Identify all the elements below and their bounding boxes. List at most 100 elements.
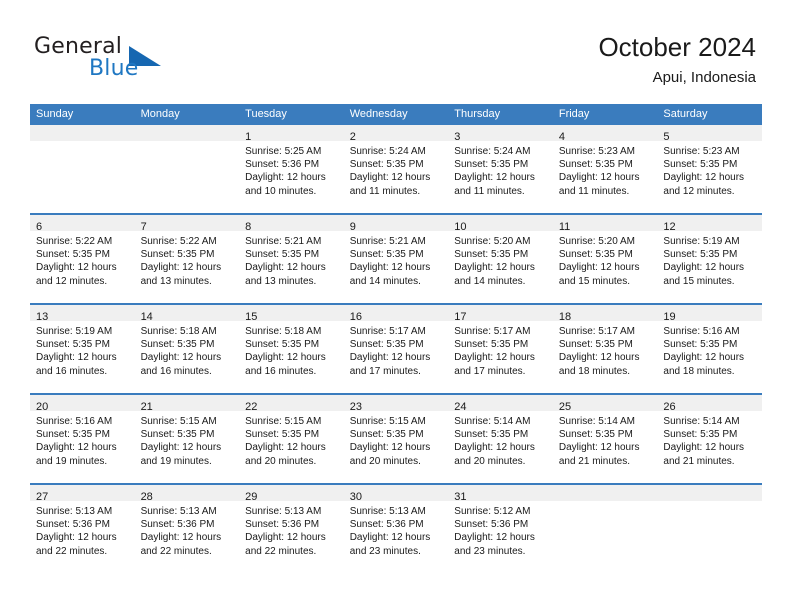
daylight-text-line2: and 21 minutes. <box>663 455 735 467</box>
day-cell[interactable]: 29 Sunrise: 5:13 AM Sunset: 5:36 PM Dayl… <box>239 485 344 573</box>
day-cell[interactable]: 25 Sunrise: 5:14 AM Sunset: 5:35 PM Dayl… <box>552 395 658 483</box>
day-cell[interactable]: 20 Sunrise: 5:16 AM Sunset: 5:35 PM Dayl… <box>30 395 135 483</box>
sunset-text: Sunset: 5:35 PM <box>663 429 738 441</box>
day-number-band: 4 <box>552 125 658 143</box>
sunset-text: Sunset: 5:35 PM <box>349 159 424 171</box>
day-cell[interactable]: 21 Sunrise: 5:15 AM Sunset: 5:35 PM Dayl… <box>134 395 240 483</box>
day-number: 19 <box>663 311 676 323</box>
weekday-header-saturday: Saturday <box>663 108 708 120</box>
sunrise-text: Sunrise: 5:13 AM <box>349 506 426 517</box>
day-cell[interactable]: 13 Sunrise: 5:19 AM Sunset: 5:35 PM Dayl… <box>30 305 135 393</box>
day-cell[interactable] <box>552 485 658 573</box>
week-row: 13 Sunrise: 5:19 AM Sunset: 5:35 PM Dayl… <box>30 303 762 393</box>
day-number: 8 <box>245 221 252 233</box>
day-details <box>657 501 762 505</box>
day-number-band <box>552 485 658 501</box>
day-cell[interactable] <box>30 125 135 213</box>
day-number-band: 10 <box>448 215 553 233</box>
weekday-header-thursday: Thursday <box>454 108 501 120</box>
day-cell[interactable]: 17 Sunrise: 5:17 AM Sunset: 5:35 PM Dayl… <box>448 305 553 393</box>
day-cell[interactable]: 24 Sunrise: 5:14 AM Sunset: 5:35 PM Dayl… <box>448 395 553 483</box>
sunset-text: Sunset: 5:35 PM <box>349 249 424 261</box>
sunset-text: Sunset: 5:35 PM <box>454 339 529 351</box>
day-cell[interactable]: 2 Sunrise: 5:24 AM Sunset: 5:35 PM Dayli… <box>343 125 449 213</box>
day-details: Sunrise: 5:25 AM Sunset: 5:36 PM Dayligh… <box>239 141 344 198</box>
day-number: 20 <box>36 401 49 413</box>
daylight-text-line1: Daylight: 12 hours <box>349 262 431 274</box>
sunset-text: Sunset: 5:35 PM <box>663 159 738 171</box>
day-details: Sunrise: 5:14 AM Sunset: 5:35 PM Dayligh… <box>553 411 658 468</box>
day-cell[interactable]: 6 Sunrise: 5:22 AM Sunset: 5:35 PM Dayli… <box>30 215 135 303</box>
day-details: Sunrise: 5:24 AM Sunset: 5:35 PM Dayligh… <box>448 141 553 198</box>
day-number: 18 <box>558 311 572 323</box>
day-cell[interactable]: 28 Sunrise: 5:13 AM Sunset: 5:36 PM Dayl… <box>134 485 240 573</box>
sunrise-text: Sunrise: 5:14 AM <box>454 416 531 427</box>
day-cell[interactable]: 16 Sunrise: 5:17 AM Sunset: 5:35 PM Dayl… <box>343 305 449 393</box>
day-cell[interactable]: 12 Sunrise: 5:19 AM Sunset: 5:35 PM Dayl… <box>657 215 762 303</box>
sunset-text: Sunset: 5:36 PM <box>454 519 529 531</box>
daylight-text-line1: Daylight: 12 hours <box>558 442 640 454</box>
sunrise-text: Sunrise: 5:25 AM <box>245 146 322 157</box>
day-cell[interactable]: 23 Sunrise: 5:15 AM Sunset: 5:35 PM Dayl… <box>343 395 449 483</box>
daylight-text-line1: Daylight: 12 hours <box>454 532 535 544</box>
day-number: 25 <box>558 401 572 413</box>
daylight-text-line1: Daylight: 12 hours <box>140 352 222 364</box>
day-cell[interactable]: 14 Sunrise: 5:18 AM Sunset: 5:35 PM Dayl… <box>134 305 240 393</box>
day-cell[interactable]: 9 Sunrise: 5:21 AM Sunset: 5:35 PM Dayli… <box>343 215 449 303</box>
day-number-band: 31 <box>448 485 553 503</box>
daylight-text-line2: and 16 minutes. <box>245 365 317 377</box>
daylight-text-line2: and 22 minutes. <box>140 545 212 557</box>
day-cell[interactable]: 15 Sunrise: 5:18 AM Sunset: 5:35 PM Dayl… <box>239 305 344 393</box>
sunrise-text: Sunrise: 5:20 AM <box>558 236 635 247</box>
day-number: 31 <box>454 491 467 503</box>
day-details: Sunrise: 5:17 AM Sunset: 5:35 PM Dayligh… <box>448 321 553 378</box>
day-details: Sunrise: 5:23 AM Sunset: 5:35 PM Dayligh… <box>553 141 658 198</box>
general-blue-logo[interactable]: General Blue <box>34 34 214 86</box>
sunset-text: Sunset: 5:35 PM <box>36 249 110 261</box>
day-cell[interactable]: 8 Sunrise: 5:21 AM Sunset: 5:35 PM Dayli… <box>239 215 344 303</box>
daylight-text-line1: Daylight: 12 hours <box>558 352 640 364</box>
sunset-text: Sunset: 5:35 PM <box>245 429 320 441</box>
day-cell[interactable]: 19 Sunrise: 5:16 AM Sunset: 5:35 PM Dayl… <box>657 305 762 393</box>
day-number: 24 <box>454 401 467 413</box>
sunset-text: Sunset: 5:35 PM <box>36 339 110 351</box>
day-cell[interactable]: 4 Sunrise: 5:23 AM Sunset: 5:35 PM Dayli… <box>552 125 658 213</box>
day-cell[interactable]: 1 Sunrise: 5:25 AM Sunset: 5:36 PM Dayli… <box>239 125 344 213</box>
daylight-text-line2: and 17 minutes. <box>454 365 526 377</box>
sunrise-text: Sunrise: 5:13 AM <box>245 506 322 517</box>
day-cell[interactable]: 30 Sunrise: 5:13 AM Sunset: 5:36 PM Dayl… <box>343 485 449 573</box>
daylight-text-line2: and 12 minutes. <box>663 185 735 197</box>
sunrise-text: Sunrise: 5:13 AM <box>36 506 113 517</box>
day-cell[interactable]: 3 Sunrise: 5:24 AM Sunset: 5:35 PM Dayli… <box>448 125 553 213</box>
day-details: Sunrise: 5:19 AM Sunset: 5:35 PM Dayligh… <box>657 231 762 288</box>
daylight-text-line1: Daylight: 12 hours <box>140 442 222 454</box>
day-number-band: 28 <box>134 485 240 503</box>
day-details: Sunrise: 5:24 AM Sunset: 5:35 PM Dayligh… <box>344 141 449 198</box>
day-cell[interactable]: 11 Sunrise: 5:20 AM Sunset: 5:35 PM Dayl… <box>552 215 658 303</box>
day-cell[interactable]: 22 Sunrise: 5:15 AM Sunset: 5:35 PM Dayl… <box>239 395 344 483</box>
daylight-text-line1: Daylight: 12 hours <box>245 352 326 364</box>
day-cell[interactable]: 31 Sunrise: 5:12 AM Sunset: 5:36 PM Dayl… <box>448 485 553 573</box>
day-cell[interactable]: 10 Sunrise: 5:20 AM Sunset: 5:35 PM Dayl… <box>448 215 553 303</box>
day-cell[interactable] <box>134 125 240 213</box>
weekday-header-sunday: Sunday <box>36 108 74 120</box>
daylight-text-line2: and 14 minutes. <box>454 275 526 287</box>
daylight-text-line1: Daylight: 12 hours <box>36 532 117 544</box>
sunrise-text: Sunrise: 5:24 AM <box>349 146 426 157</box>
day-cell[interactable]: 5 Sunrise: 5:23 AM Sunset: 5:35 PM Dayli… <box>657 125 762 213</box>
day-cell[interactable]: 27 Sunrise: 5:13 AM Sunset: 5:36 PM Dayl… <box>30 485 135 573</box>
daylight-text-line1: Daylight: 12 hours <box>245 172 326 184</box>
week-row: 27 Sunrise: 5:13 AM Sunset: 5:36 PM Dayl… <box>30 483 762 573</box>
sunset-text: Sunset: 5:35 PM <box>558 429 633 441</box>
sunset-text: Sunset: 5:36 PM <box>245 159 320 171</box>
sunrise-text: Sunrise: 5:17 AM <box>349 326 426 337</box>
day-cell[interactable]: 26 Sunrise: 5:14 AM Sunset: 5:35 PM Dayl… <box>657 395 762 483</box>
day-details: Sunrise: 5:23 AM Sunset: 5:35 PM Dayligh… <box>657 141 762 198</box>
day-cell[interactable]: 18 Sunrise: 5:17 AM Sunset: 5:35 PM Dayl… <box>552 305 658 393</box>
day-details: Sunrise: 5:15 AM Sunset: 5:35 PM Dayligh… <box>135 411 240 468</box>
weekday-header-friday: Friday <box>558 108 590 120</box>
day-cell[interactable] <box>657 485 762 573</box>
day-number: 3 <box>454 131 461 143</box>
day-cell[interactable]: 7 Sunrise: 5:22 AM Sunset: 5:35 PM Dayli… <box>134 215 240 303</box>
daylight-text-line2: and 10 minutes. <box>245 185 317 197</box>
